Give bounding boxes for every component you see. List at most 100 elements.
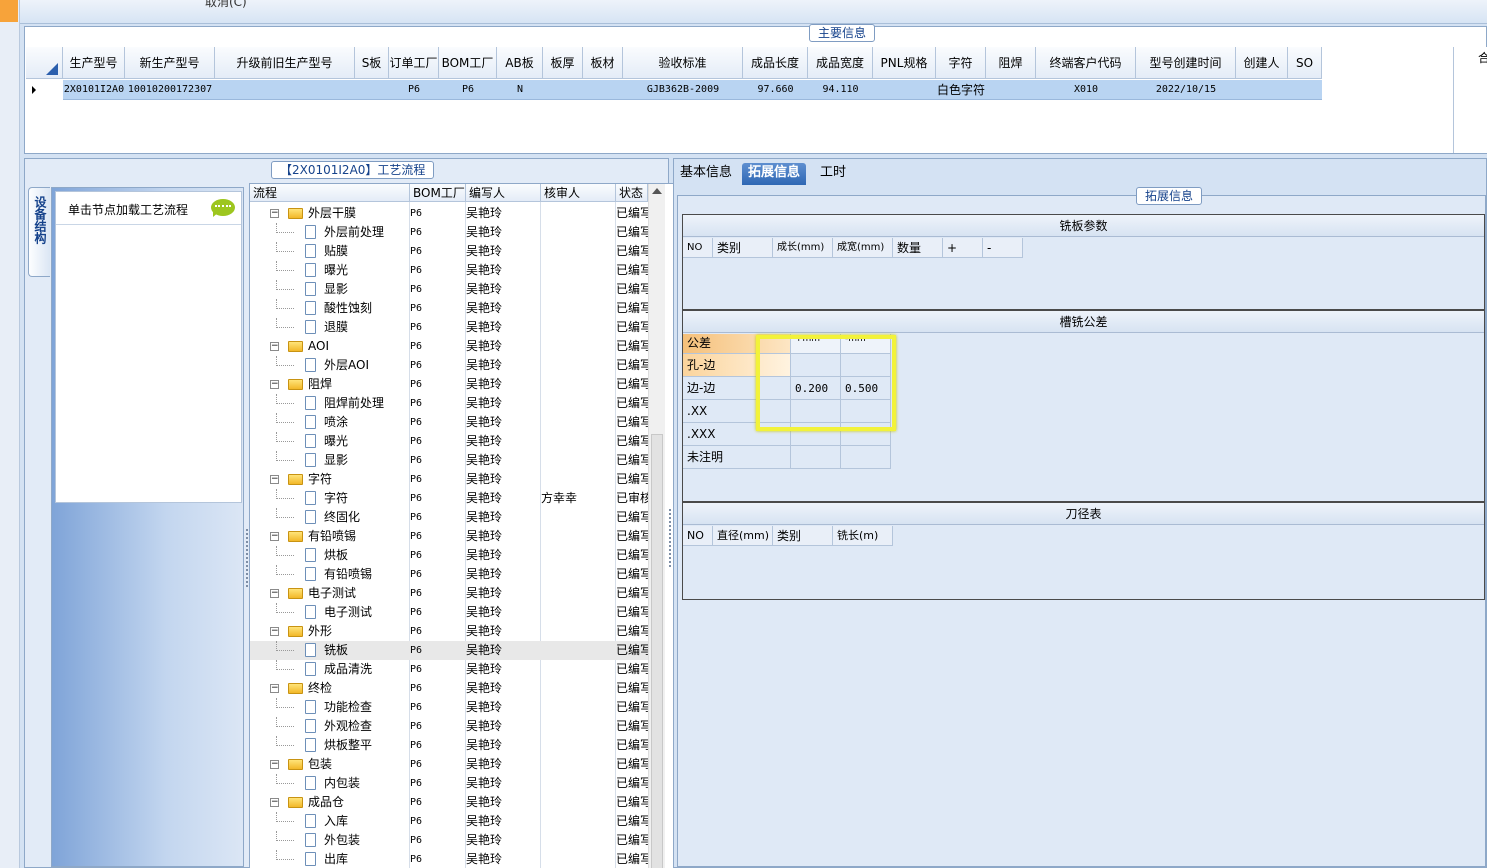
tab-2[interactable]: 工时 xyxy=(814,163,852,185)
table-cell[interactable] xyxy=(986,80,1036,100)
collapse-icon[interactable]: − xyxy=(270,798,279,807)
collapse-icon[interactable]: − xyxy=(270,380,279,389)
tree-row[interactable]: 铣板 P6 吴艳玲 已编写 xyxy=(250,641,648,660)
column-header[interactable]: SO xyxy=(1288,47,1322,79)
tree-row[interactable]: − 电子测试 P6 吴艳玲 已编写 xyxy=(250,584,648,603)
tree-column-header[interactable]: 编写人 xyxy=(466,184,541,202)
column-header[interactable]: S板 xyxy=(355,47,389,79)
table-cell[interactable]: N xyxy=(497,80,543,100)
tree-row[interactable]: 酸性蚀刻 P6 吴艳玲 已编写 xyxy=(250,299,648,318)
column-header[interactable]: 订单工厂 xyxy=(389,47,439,79)
tree-row[interactable]: − 字符 P6 吴艳玲 已编写 xyxy=(250,470,648,489)
collapse-icon[interactable]: − xyxy=(270,627,279,636)
table-cell[interactable] xyxy=(355,80,389,100)
cutter-column[interactable]: 类别 xyxy=(773,526,833,546)
tree-row[interactable]: 烘板 P6 吴艳玲 已编写 xyxy=(250,546,648,565)
tree-vertical-scrollbar[interactable] xyxy=(648,184,665,868)
scroll-up-icon[interactable] xyxy=(652,188,662,194)
tab-0[interactable]: 基本信息 xyxy=(674,163,738,185)
tree-row[interactable]: 内包装 P6 吴艳玲 已编写 xyxy=(250,774,648,793)
tree-row[interactable]: 入库 P6 吴艳玲 已编写 xyxy=(250,812,648,831)
table-cell[interactable]: P6 xyxy=(439,80,497,100)
tree-row[interactable]: 终固化 P6 吴艳玲 已编写 xyxy=(250,508,648,527)
app-tab-indicator[interactable] xyxy=(0,0,18,22)
tree-row[interactable]: 功能检查 P6 吴艳玲 已编写 xyxy=(250,698,648,717)
tree-column-header[interactable]: 状态 xyxy=(616,184,648,202)
tree-row[interactable]: 外包装 P6 吴艳玲 已编写 xyxy=(250,831,648,850)
table-cell[interactable]: X010 xyxy=(1036,80,1136,100)
column-header[interactable]: 新生产型号 xyxy=(125,47,215,79)
tree-row[interactable]: − 有铅喷锡 P6 吴艳玲 已编写 xyxy=(250,527,648,546)
column-header[interactable]: 板材 xyxy=(583,47,623,79)
tree-row[interactable]: 曝光 P6 吴艳玲 已编写 xyxy=(250,432,648,451)
column-header[interactable]: BOM工厂 xyxy=(439,47,497,79)
tree-row[interactable]: 成品清洗 P6 吴艳玲 已编写 xyxy=(250,660,648,679)
tolerance-plus-input[interactable] xyxy=(791,446,841,469)
cutter-column[interactable]: NO xyxy=(683,526,713,546)
tree-row[interactable]: 烘板整平 P6 吴艳玲 已编写 xyxy=(250,736,648,755)
tree-row[interactable]: − AOI P6 吴艳玲 已编写 xyxy=(250,337,648,356)
tree-row[interactable]: − 成品仓 P6 吴艳玲 已编写 xyxy=(250,793,648,812)
table-cell[interactable] xyxy=(1236,80,1288,100)
mill-params-column[interactable]: NO xyxy=(683,238,713,258)
tree-row[interactable]: − 包装 P6 吴艳玲 已编写 xyxy=(250,755,648,774)
column-header[interactable]: 成品长度 xyxy=(743,47,808,79)
collapse-icon[interactable]: − xyxy=(270,209,279,218)
mill-params-column[interactable]: 数量 xyxy=(893,238,943,258)
table-cell[interactable]: 2022/10/15 xyxy=(1136,80,1236,100)
tree-row[interactable]: 字符 P6 吴艳玲 方幸幸 已审核 xyxy=(250,489,648,508)
column-header[interactable]: PNL规格 xyxy=(873,47,936,79)
mill-params-column[interactable]: 成长(mm) xyxy=(773,238,833,258)
column-header[interactable]: 板厚 xyxy=(543,47,583,79)
column-header[interactable]: 升级前旧生产型号 xyxy=(215,47,355,79)
table-cell[interactable]: 白色字符 xyxy=(936,80,986,100)
comment-icon[interactable] xyxy=(211,199,235,217)
table-cell[interactable]: P6 xyxy=(389,80,439,100)
column-header[interactable]: 字符 xyxy=(936,47,986,79)
collapse-icon[interactable]: − xyxy=(270,475,279,484)
collapse-icon[interactable]: − xyxy=(270,760,279,769)
cutter-column[interactable]: 铣长(m) xyxy=(833,526,893,546)
grid-corner[interactable] xyxy=(26,47,63,79)
column-header[interactable]: 型号创建时间 xyxy=(1136,47,1236,79)
cutter-column[interactable]: 直径(mm) xyxy=(713,526,773,546)
mill-params-column[interactable]: 成宽(mm) xyxy=(833,238,893,258)
column-header[interactable]: 生产型号 xyxy=(63,47,125,79)
device-structure-tab[interactable]: 设备结构 xyxy=(28,187,50,277)
tree-row[interactable]: 退膜 P6 吴艳玲 已编写 xyxy=(250,318,648,337)
table-cell[interactable]: GJB362B-2009 xyxy=(623,80,743,100)
tab-1[interactable]: 拓展信息 xyxy=(742,163,807,185)
table-cell[interactable] xyxy=(1288,80,1322,100)
column-header[interactable]: 创建人 xyxy=(1236,47,1288,79)
tree-row[interactable]: − 阻焊 P6 吴艳玲 已编写 xyxy=(250,375,648,394)
table-row[interactable]: 2X0101I2A0 10010200172307 P6 P6 N GJB362B-200… xyxy=(26,80,1322,100)
column-header[interactable]: 成品宽度 xyxy=(808,47,873,79)
tree-row[interactable]: 外层AOI P6 吴艳玲 已编写 xyxy=(250,356,648,375)
tree-column-header[interactable]: 流程 xyxy=(250,184,410,202)
tree-row[interactable]: 显影 P6 吴艳玲 已编写 xyxy=(250,280,648,299)
column-header[interactable]: 验收标准 xyxy=(623,47,743,79)
tree-row[interactable]: 阻焊前处理 P6 吴艳玲 已编写 xyxy=(250,394,648,413)
table-cell[interactable]: 2X0101I2A0 xyxy=(63,80,125,100)
collapse-icon[interactable]: − xyxy=(270,532,279,541)
table-cell[interactable]: 97.660 xyxy=(743,80,808,100)
table-cell[interactable] xyxy=(543,80,583,100)
mill-params-column[interactable]: + xyxy=(943,238,983,258)
tree-column-header[interactable]: 核审人 xyxy=(541,184,616,202)
tree-row[interactable]: 外观检查 P6 吴艳玲 已编写 xyxy=(250,717,648,736)
column-header[interactable]: AB板 xyxy=(497,47,543,79)
mill-params-column[interactable]: - xyxy=(983,238,1023,258)
tree-row[interactable]: 喷涂 P6 吴艳玲 已编写 xyxy=(250,413,648,432)
tree-row[interactable]: 显影 P6 吴艳玲 已编写 xyxy=(250,451,648,470)
tree-row[interactable]: 贴膜 P6 吴艳玲 已编写 xyxy=(250,242,648,261)
collapse-icon[interactable]: − xyxy=(270,684,279,693)
mill-params-column[interactable]: 类别 xyxy=(713,238,773,258)
column-header[interactable]: 阻焊 xyxy=(986,47,1036,79)
table-cell[interactable]: 10010200172307 xyxy=(125,80,215,100)
tolerance-minus-input[interactable] xyxy=(841,446,891,469)
collapse-icon[interactable]: − xyxy=(270,589,279,598)
cancel-button[interactable]: 取消(C) xyxy=(205,0,247,10)
tree-row[interactable]: − 外层干膜 P6 吴艳玲 已编写 xyxy=(250,204,648,223)
column-header[interactable]: 终端客户代码 xyxy=(1036,47,1136,79)
tree-row[interactable]: − 外形 P6 吴艳玲 已编写 xyxy=(250,622,648,641)
